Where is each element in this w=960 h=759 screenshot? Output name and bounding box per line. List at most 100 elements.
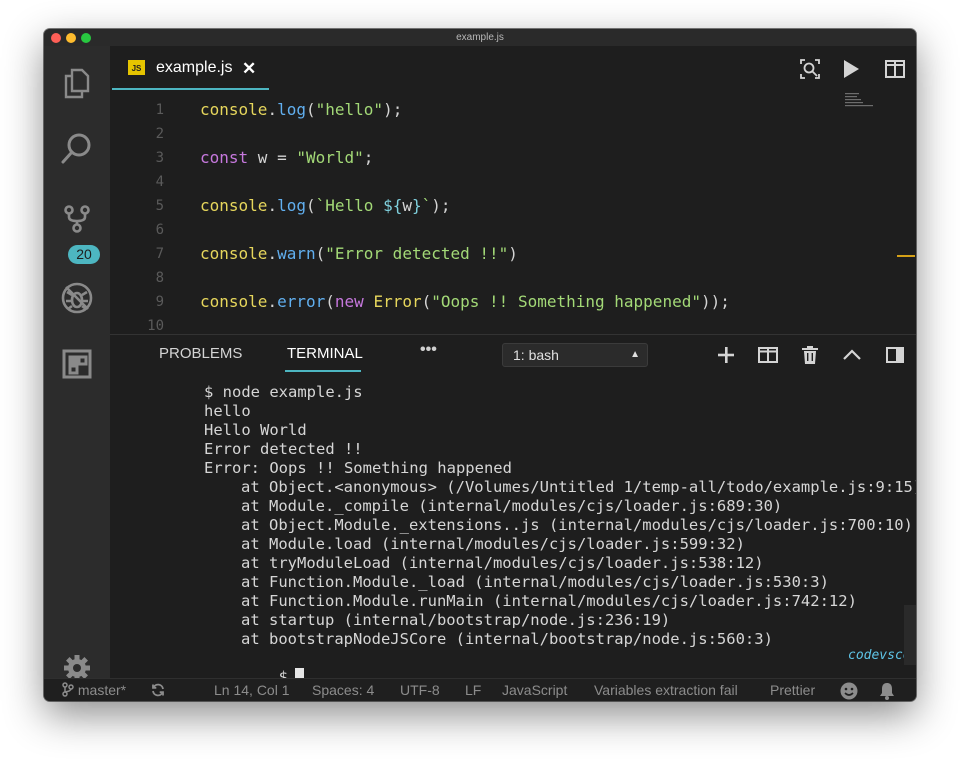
- close-window-button[interactable]: [51, 33, 61, 43]
- code-line[interactable]: 5 console.log(`Hello ${w}`);: [110, 194, 870, 218]
- tab-example-js[interactable]: JS example.js ✕: [112, 46, 269, 90]
- tab-problems[interactable]: PROBLEMS: [159, 345, 242, 362]
- run-play-icon[interactable]: [839, 57, 863, 81]
- code-editor[interactable]: 1 console.log("hello"); 2 3 const w = "World…: [110, 90, 916, 354]
- terminal-select-value: 1: bash: [513, 347, 559, 363]
- feedback-smiley-icon[interactable]: [840, 682, 858, 700]
- notifications-bell-icon[interactable]: [879, 682, 895, 700]
- trash-icon[interactable]: [798, 344, 822, 366]
- extensions-icon[interactable]: [44, 339, 110, 389]
- split-editor-icon[interactable]: [883, 57, 907, 81]
- source-control-badge: 20: [68, 245, 100, 264]
- code-token: Error: [373, 292, 422, 311]
- source-control-icon[interactable]: [44, 194, 110, 244]
- panel-more-icon[interactable]: •••: [420, 341, 437, 359]
- code-token: log: [277, 196, 306, 215]
- code-token: .: [267, 196, 278, 215]
- code-line[interactable]: 7 console.warn("Error detected !!"): [110, 242, 870, 266]
- debug-icon[interactable]: [44, 273, 110, 323]
- minimize-window-button[interactable]: [66, 33, 76, 43]
- line-number: 7: [155, 246, 164, 262]
- open-preview-icon[interactable]: [798, 57, 822, 81]
- code-token: warn: [277, 244, 316, 263]
- terminal-line: at Function.Module._load (internal/modul…: [241, 573, 829, 591]
- tab-label: example.js: [156, 59, 233, 76]
- terminal-line: at startup (internal/bootstrap/node.js:2…: [241, 611, 671, 629]
- terminal-line: at Object.Module._extensions..js (intern…: [241, 516, 913, 534]
- line-number: 1: [155, 102, 164, 118]
- extension-status[interactable]: Variables extraction fail: [594, 682, 738, 698]
- line-number: 5: [155, 198, 164, 214]
- branch-name: master*: [77, 682, 127, 698]
- new-terminal-icon[interactable]: [714, 344, 738, 366]
- terminal-line: at bootstrapNodeJSCore (internal/bootstr…: [241, 630, 773, 648]
- code-token: );: [431, 196, 451, 215]
- vscode-window: example.js 20 JS example.js ✕ 1 console.…: [44, 29, 916, 701]
- code-token: (: [421, 292, 432, 311]
- code-token: `Hello: [315, 196, 384, 215]
- code-line[interactable]: 9 console.error(new Error("Oops !! Someth…: [110, 290, 870, 314]
- code-token: new: [334, 292, 364, 311]
- code-token: console: [200, 292, 268, 311]
- code-token: (: [305, 100, 316, 119]
- code-line[interactable]: 1 console.log("hello");: [110, 98, 870, 122]
- git-branch-status[interactable]: master*: [62, 682, 126, 698]
- terminal-output[interactable]: $ node example.js hello Hello World Error d…: [204, 383, 916, 686]
- toggle-panel-position-icon[interactable]: [883, 344, 907, 366]
- tab-terminal[interactable]: TERMINAL: [287, 345, 363, 362]
- terminal-scrollbar[interactable]: [904, 605, 916, 665]
- code-token: .: [267, 292, 278, 311]
- code-token: "Oops !! Something happened": [431, 292, 701, 311]
- overview-ruler-warning-mark: [897, 255, 915, 257]
- code-line[interactable]: 2: [110, 122, 870, 146]
- editor-tab-bar: JS example.js ✕: [110, 46, 916, 90]
- code-line[interactable]: 4: [110, 170, 870, 194]
- code-text: console.log(`Hello ${w}`);: [200, 194, 451, 218]
- terminal-line: Error: Oops !! Something happened: [204, 459, 512, 477]
- terminal-select[interactable]: 1: bash ▲: [502, 343, 648, 367]
- line-number: 2: [155, 126, 164, 142]
- line-number: 9: [155, 294, 164, 310]
- code-token: console: [200, 244, 268, 263]
- search-icon[interactable]: [44, 123, 110, 173]
- code-token: `: [421, 196, 432, 215]
- code-token: .: [267, 100, 278, 119]
- active-tab-indicator: [285, 370, 361, 372]
- window-title: example.js: [456, 32, 504, 43]
- code-token: log: [277, 100, 306, 119]
- code-token: w: [402, 196, 412, 215]
- activity-bar: 20: [44, 46, 110, 681]
- code-line[interactable]: 3 const w = "World";: [110, 146, 870, 170]
- code-line[interactable]: 8: [110, 266, 870, 290]
- sync-icon[interactable]: [151, 682, 165, 698]
- encoding[interactable]: UTF-8: [400, 682, 440, 698]
- code-token: "Error detected !!": [325, 244, 509, 263]
- terminal-line: at Module._compile (internal/modules/cjs…: [241, 497, 783, 515]
- minimap[interactable]: [845, 93, 895, 109]
- formatter-status[interactable]: Prettier: [770, 682, 815, 698]
- code-text: const w = "World";: [200, 146, 373, 170]
- split-terminal-icon[interactable]: [756, 344, 780, 366]
- code-token: ): [508, 244, 518, 263]
- code-token: (: [315, 244, 326, 263]
- terminal-line: Error detected !!: [204, 440, 363, 458]
- line-ending[interactable]: LF: [465, 682, 481, 698]
- language-mode[interactable]: JavaScript: [502, 682, 567, 698]
- close-icon[interactable]: ✕: [242, 59, 256, 79]
- line-number: 6: [155, 222, 164, 238]
- code-text: console.log("hello");: [200, 98, 402, 122]
- cursor-position[interactable]: Ln 14, Col 1: [214, 682, 290, 698]
- terminal-line: Hello World: [204, 421, 307, 439]
- code-token: );: [383, 100, 403, 119]
- code-token: (: [305, 196, 316, 215]
- code-token: }: [411, 196, 422, 215]
- indentation[interactable]: Spaces: 4: [312, 682, 374, 698]
- bottom-panel: PROBLEMS TERMINAL ••• 1: bash ▲ $ node e…: [110, 334, 916, 686]
- code-token: ${: [383, 196, 403, 215]
- terminal-line: at Module.load (internal/modules/cjs/loa…: [241, 535, 745, 553]
- explorer-icon[interactable]: [44, 58, 110, 108]
- code-line[interactable]: 6: [110, 218, 870, 242]
- chevron-up-icon[interactable]: [840, 344, 864, 366]
- maximize-window-button[interactable]: [81, 33, 91, 43]
